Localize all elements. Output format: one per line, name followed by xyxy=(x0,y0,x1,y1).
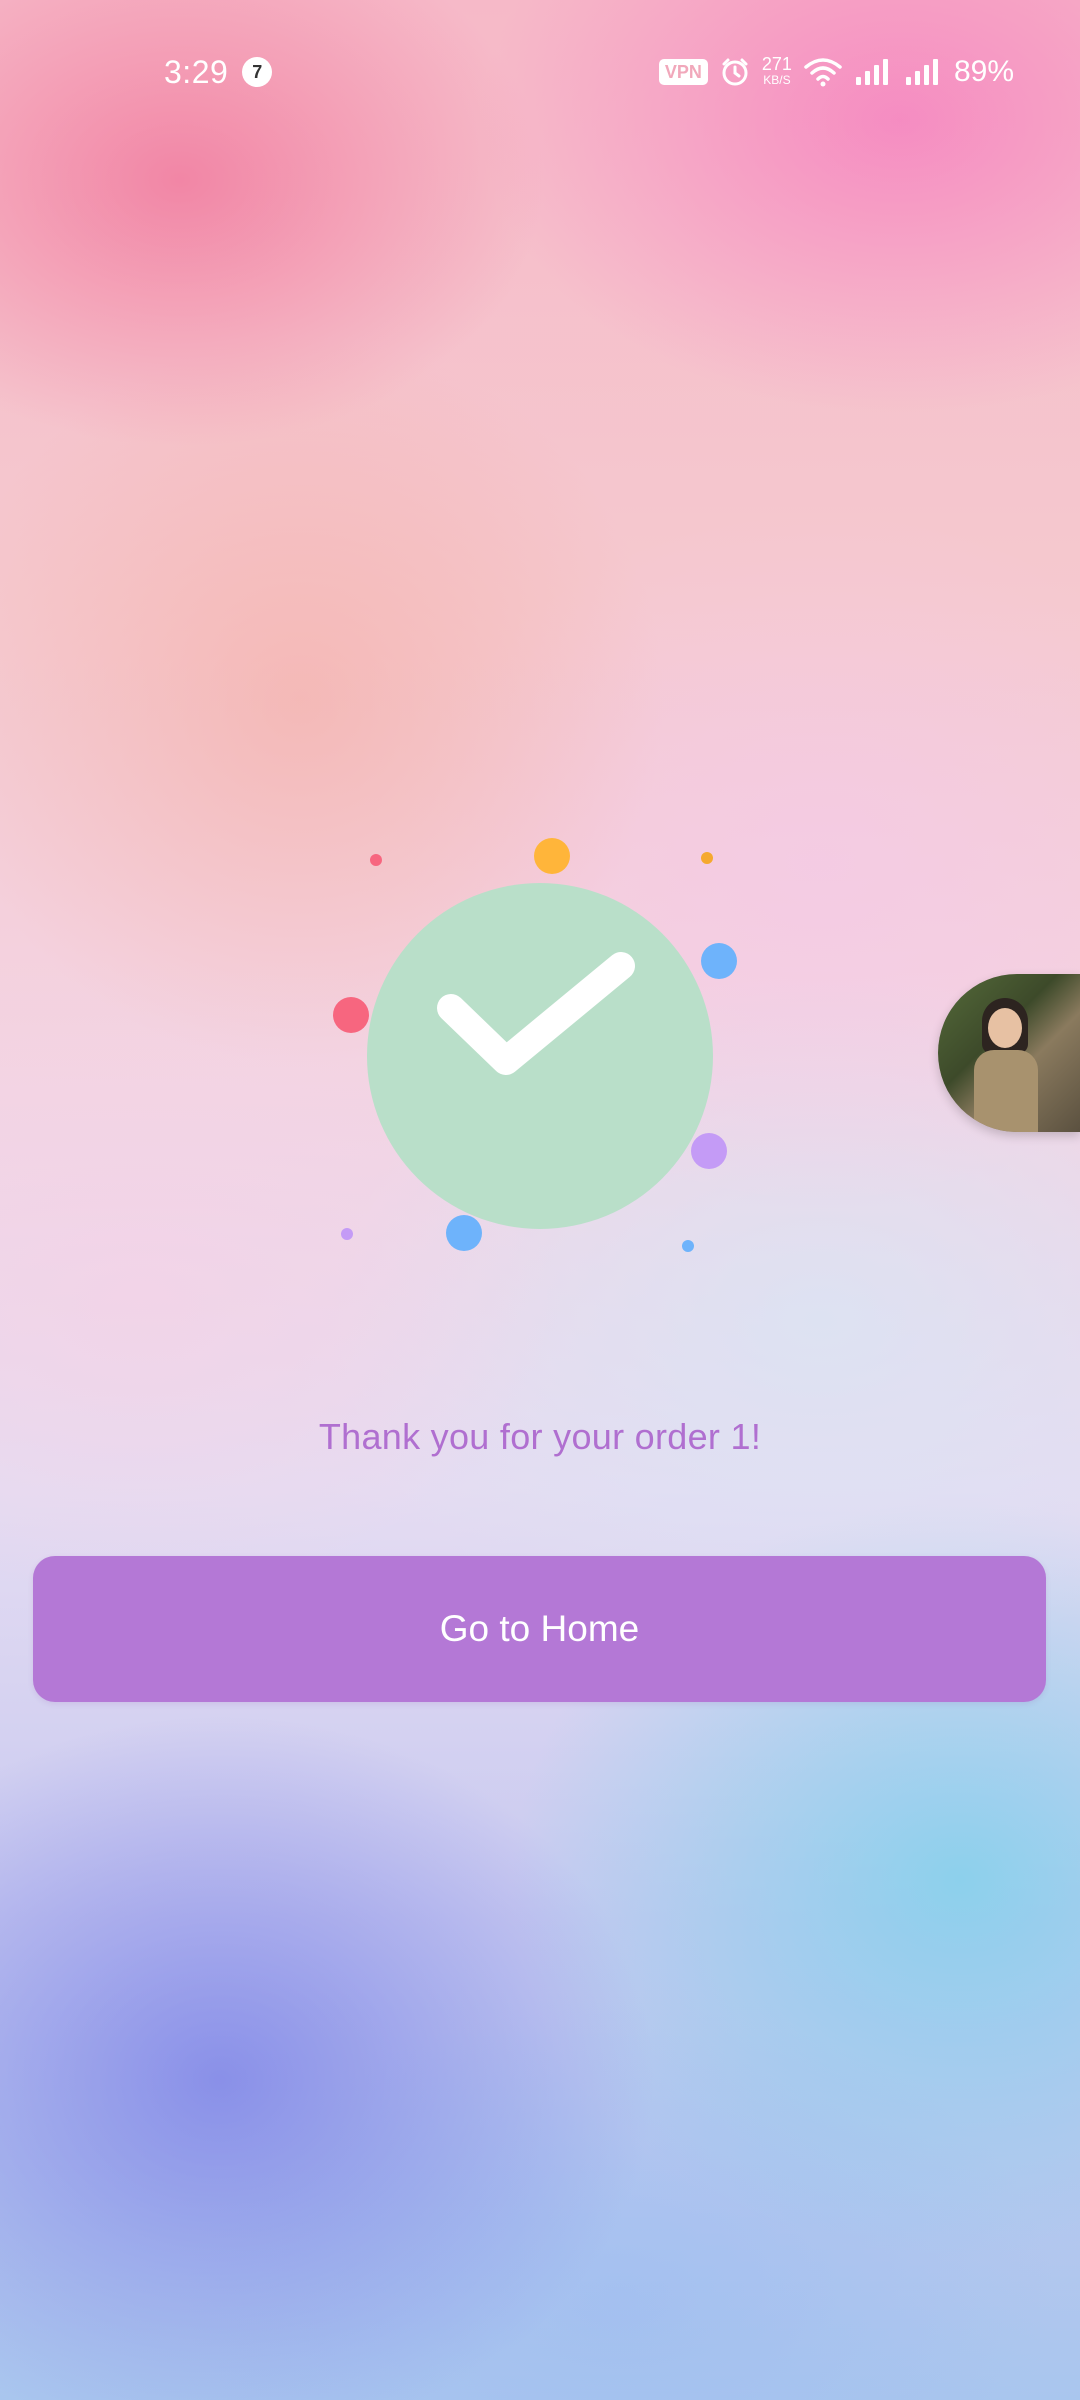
wifi-icon xyxy=(804,57,842,87)
signal-icon xyxy=(904,57,942,87)
avatar-body xyxy=(974,1050,1038,1132)
order-success-graphic xyxy=(320,820,740,1260)
network-speed: 271 KB/S xyxy=(761,54,792,88)
confetti-dot xyxy=(370,854,382,866)
network-speed-value: 271 xyxy=(761,54,792,74)
go-to-home-button[interactable]: Go to Home xyxy=(33,1556,1046,1702)
signal-icon xyxy=(854,57,892,87)
confetti-dot xyxy=(682,1240,694,1252)
success-circle xyxy=(367,883,713,1229)
battery-level: 89% xyxy=(953,55,1014,88)
confetti-dot xyxy=(701,852,713,864)
confetti-dot xyxy=(333,997,369,1033)
alarm-icon xyxy=(720,57,750,87)
status-bar: 3:29 7 VPN 271 KB/S 89% xyxy=(0,0,1080,140)
status-right: VPN 271 KB/S 89% xyxy=(658,50,1014,94)
status-left: 3:29 7 xyxy=(164,52,273,92)
checkmark-icon xyxy=(437,952,635,1075)
notification-count-badge: 7 xyxy=(242,57,273,87)
confetti-dot xyxy=(534,838,570,874)
confetti-dot xyxy=(341,1228,353,1240)
avatar-face xyxy=(988,1008,1022,1048)
network-speed-unit: KB/S xyxy=(763,73,791,87)
status-time: 3:29 xyxy=(164,53,229,90)
thank-you-message: Thank you for your order 1! xyxy=(318,1416,762,1457)
vpn-badge: VPN xyxy=(658,59,708,85)
floating-avatar-bubble[interactable] xyxy=(938,974,1080,1132)
